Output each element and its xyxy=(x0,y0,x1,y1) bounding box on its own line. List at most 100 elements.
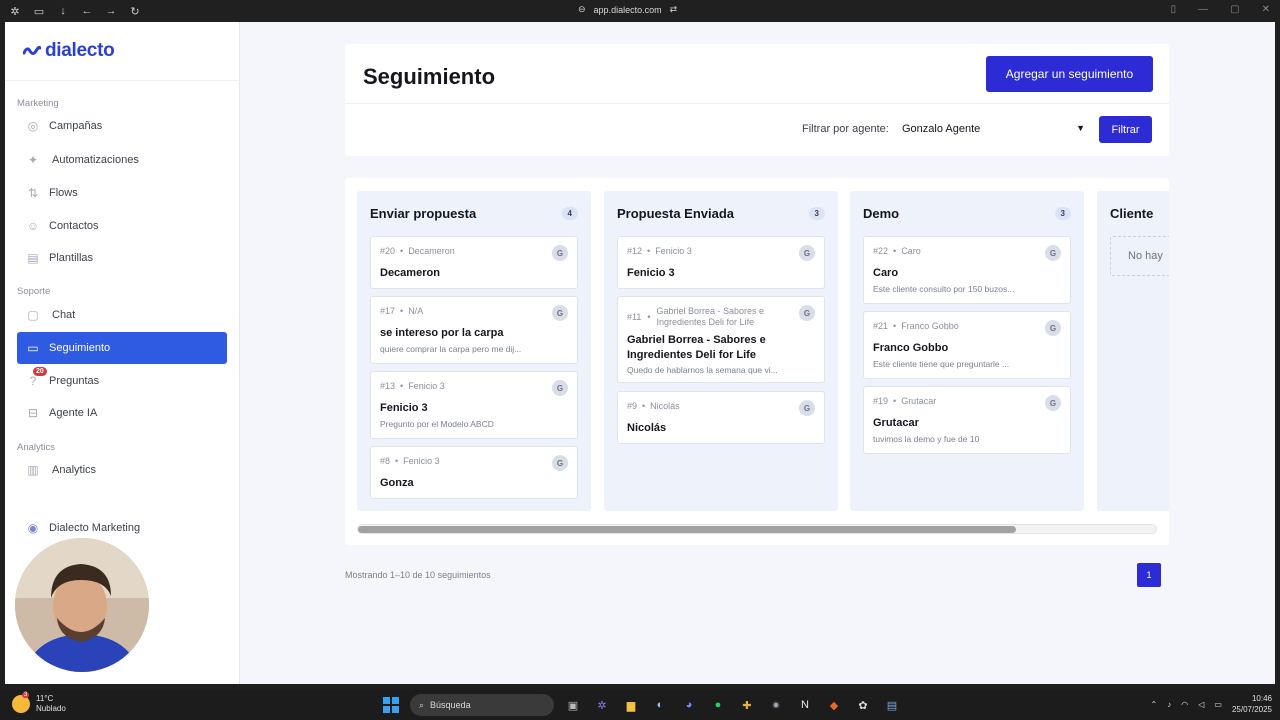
link-icon: ⊖ xyxy=(578,4,586,14)
download-icon[interactable]: ↓ xyxy=(56,4,70,18)
reload-icon[interactable]: ↻ xyxy=(128,4,142,18)
notion-icon[interactable]: N xyxy=(795,695,815,715)
battery-icon[interactable]: ▭ xyxy=(1214,700,1222,709)
weather-badge: 3 xyxy=(22,692,30,698)
globe-icon: ◉ xyxy=(27,521,39,535)
kanban-card[interactable]: #20 • Decameron G Decameron xyxy=(370,236,578,289)
spotify-icon[interactable]: ● xyxy=(708,695,728,715)
card-title: Gabriel Borrea - Sabores e Ingredientes … xyxy=(627,334,766,361)
card-description: Este cliente consulto por 150 buzos... xyxy=(873,284,1015,294)
kanban-card[interactable]: #17 • N/A G se intereso por la carpa qui… xyxy=(370,296,578,364)
app-window: dialecto Marketing ◎ Campañas ✦ Automati… xyxy=(5,22,1275,684)
vpn-shield-icon[interactable]: ◆ xyxy=(824,695,844,715)
network-icon[interactable]: ◠ xyxy=(1181,700,1188,709)
app-icon[interactable]: ▤ xyxy=(882,695,902,715)
close-icon[interactable]: ✕ xyxy=(1262,4,1270,15)
chatgpt-icon[interactable]: ✿ xyxy=(853,695,873,715)
horizontal-scrollbar[interactable] xyxy=(357,524,1157,534)
clock-time: 10:46 xyxy=(1251,694,1272,703)
microphone-icon[interactable]: ♪ xyxy=(1167,700,1171,709)
back-icon[interactable]: ← xyxy=(80,4,94,18)
kanban-card[interactable]: #21 • Franco Gobbo G Franco Gobbo Este c… xyxy=(863,311,1071,379)
sidebar-item-seguimiento[interactable]: ▭ Seguimiento xyxy=(17,332,227,364)
kanban-board: Enviar propuesta 4 #20 • Decameron G Dec… xyxy=(345,178,1169,545)
sidebar-item-preguntas[interactable]: ? 20 Preguntas xyxy=(17,365,227,397)
ticket-icon: ▭ xyxy=(27,341,39,355)
card-meta: #12 • Fenicio 3 xyxy=(627,246,692,256)
card-title: Nicolás xyxy=(627,422,667,434)
page-button[interactable]: 1 xyxy=(1137,563,1161,587)
site-settings-icon[interactable]: ⇄ xyxy=(670,4,678,15)
logo[interactable]: dialecto xyxy=(23,40,115,62)
sidebar-item-automatizaciones[interactable]: ✦ Automatizaciones xyxy=(17,144,227,176)
filter-button[interactable]: Filtrar xyxy=(1099,116,1152,143)
sidebar-item-plantillas[interactable]: ▤ Plantillas xyxy=(17,242,227,274)
kanban-card[interactable]: #19 • Grutacar G Grutacar tuvimos la dem… xyxy=(863,386,1071,454)
avatar: G xyxy=(1045,245,1061,261)
sidebar-item-label: Contactos xyxy=(49,220,99,232)
scrollbar-thumb[interactable] xyxy=(358,526,1016,533)
file-explorer-icon[interactable]: ▆ xyxy=(621,695,641,715)
sidebar-toggle-icon[interactable]: ▭ xyxy=(32,4,46,18)
contact-icon: ☺ xyxy=(26,219,40,233)
card-meta: #19 • Grutacar xyxy=(873,396,937,406)
sidebar-item-label: Campañas xyxy=(49,120,103,132)
steam-icon[interactable]: ◐ xyxy=(650,695,670,715)
task-view-icon[interactable]: ▣ xyxy=(563,695,583,715)
sidebar-item-flows[interactable]: ⇅ Flows xyxy=(17,177,227,209)
clock-date: 25/07/2025 xyxy=(1231,705,1272,714)
template-icon: ▤ xyxy=(27,251,39,265)
chevron-up-icon[interactable]: ⌃ xyxy=(1151,700,1158,709)
clock[interactable]: 10:46 25/07/2025 xyxy=(1232,693,1272,715)
card-description: quiere comprar la carpa pero me dij... xyxy=(380,344,522,354)
kanban-card[interactable]: #11 • Gabriel Borrea - Sabores e Ingredien… xyxy=(617,296,825,383)
add-followup-button[interactable]: Agregar un seguimiento xyxy=(986,56,1153,92)
minimize-icon[interactable]: — xyxy=(1198,4,1208,15)
sidebar-item-contactos[interactable]: ☺ Contactos xyxy=(17,210,227,242)
forward-icon[interactable]: → xyxy=(104,4,118,18)
avatar: G xyxy=(552,380,568,396)
kanban-card[interactable]: #12 • Fenicio 3 G Fenicio 3 xyxy=(617,236,825,289)
address-bar[interactable]: ⊖ app.dialecto.com ⇄ xyxy=(578,4,677,15)
sidebar-item-label: Plantillas xyxy=(49,252,94,264)
flow-arrows-icon: ⇅ xyxy=(27,186,39,200)
avatar: G xyxy=(1045,395,1061,411)
url-text: app.dialecto.com xyxy=(593,4,662,15)
weather-widget[interactable]: 3 11°C Nublado xyxy=(12,692,66,714)
slack-icon[interactable]: ✚ xyxy=(737,695,757,715)
sidebar-item-campanas[interactable]: ◎ Campañas xyxy=(17,110,227,142)
sidebar-item-chat[interactable]: ▢ Chat xyxy=(17,299,227,331)
split-view-icon[interactable]: ▯ xyxy=(1171,4,1177,15)
empty-column-placeholder: No hay xyxy=(1110,236,1169,276)
card-meta: #22 • Caro xyxy=(873,246,921,256)
browser-app-icon[interactable]: ✲ xyxy=(592,695,612,715)
browser-menu-icon[interactable]: ✲ xyxy=(8,4,22,18)
search-placeholder: Búsqueda xyxy=(430,700,471,710)
discord-icon[interactable]: ◕ xyxy=(679,695,699,715)
kanban-card[interactable]: #9 • Nicolás G Nicolás xyxy=(617,391,825,444)
chevron-down-icon: ▼ xyxy=(1076,123,1085,133)
card-description: Pregunto por el Modelo ABCD xyxy=(380,419,494,429)
presenter-video xyxy=(15,538,149,672)
sidebar-item-analytics[interactable]: ▥ Analytics xyxy=(17,454,227,486)
maximize-icon[interactable]: ▢ xyxy=(1230,4,1239,15)
column-title: Demo xyxy=(863,206,900,221)
avatar: G xyxy=(552,305,568,321)
workspace-switcher[interactable]: ◉ Dialecto Marketing xyxy=(17,512,227,544)
settings-gear-icon[interactable]: ✷ xyxy=(766,695,786,715)
windows-start-icon[interactable] xyxy=(381,695,401,715)
volume-icon[interactable]: ◁ xyxy=(1198,700,1204,709)
sidebar-item-agente-ia[interactable]: ⊟ Agente IA xyxy=(17,397,227,429)
kanban-card[interactable]: #8 • Fenicio 3 G Gonza xyxy=(370,446,578,499)
question-icon: ? xyxy=(29,374,37,388)
sidebar-item-label: Chat xyxy=(52,309,76,321)
sidebar-item-label: Flows xyxy=(49,187,78,199)
weather-temp: 11°C xyxy=(36,694,54,703)
page-title: Seguimiento xyxy=(363,64,496,89)
card-meta: #11 • Gabriel Borrea - Sabores e Ingredien… xyxy=(627,306,765,327)
agent-select[interactable]: Gonzalo Agente ▼ xyxy=(894,117,1089,141)
avatar: G xyxy=(1045,320,1061,336)
kanban-card[interactable]: #13 • Fenicio 3 G Fenicio 3 Pregunto por… xyxy=(370,371,578,439)
kanban-card[interactable]: #22 • Caro G Caro Este cliente consulto … xyxy=(863,236,1071,304)
taskbar-search[interactable]: ⌕ Búsqueda xyxy=(410,694,554,716)
